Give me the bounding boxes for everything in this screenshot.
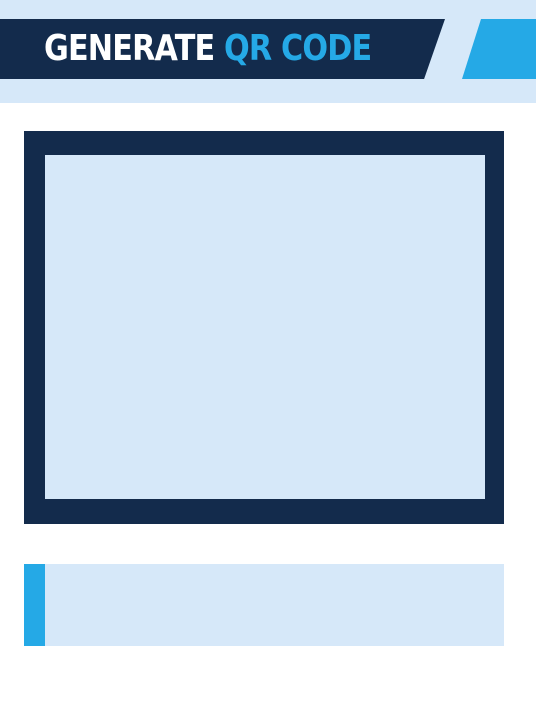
title-accent: QR CODE bbox=[224, 28, 372, 69]
header-band: GENERATE QR CODE bbox=[0, 0, 536, 103]
page-title: GENERATE QR CODE bbox=[44, 26, 372, 72]
header-accent-shape bbox=[462, 19, 536, 79]
title-main: GENERATE bbox=[44, 28, 215, 69]
qr-text-input-container bbox=[24, 564, 504, 646]
qr-text-input[interactable] bbox=[45, 564, 504, 646]
input-accent-bar bbox=[24, 564, 45, 646]
qr-generator-page: GENERATE QR CODE bbox=[0, 0, 536, 721]
qr-code-display-area bbox=[45, 155, 485, 499]
qr-code-frame bbox=[24, 131, 504, 524]
